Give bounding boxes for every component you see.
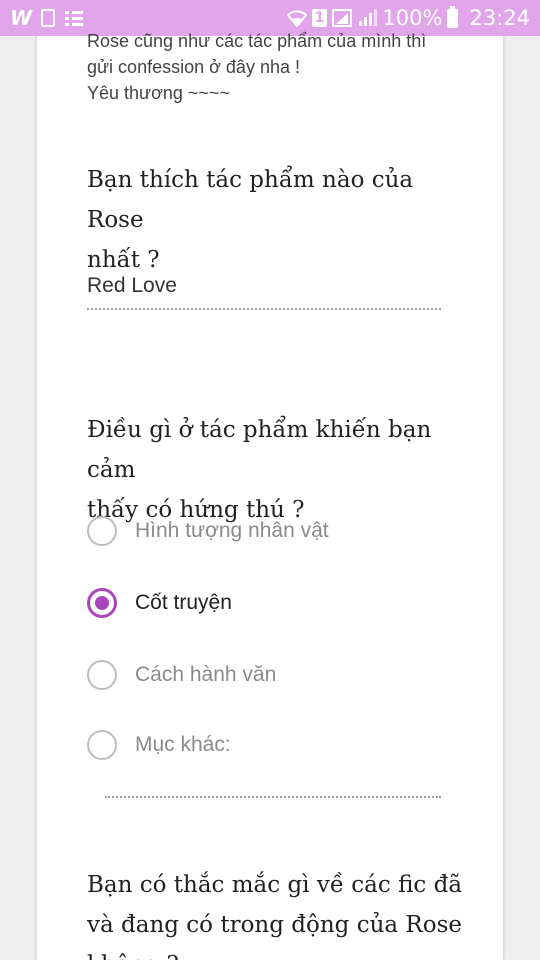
radio-button-selected[interactable] [87,588,117,618]
question-fic-inquiry: Bạn có thắc mắc gì về các fic đã và đang… [87,865,467,960]
question-interest: Điều gì ở tác phẩm khiến bạn cảm thấy có… [87,410,467,530]
radio-option-writing-style[interactable]: Cách hành văn [87,658,276,692]
list-icon [65,10,84,26]
radio-option-plot[interactable]: Cốt truyện [87,586,232,620]
radio-option-label: Cốt truyện [135,591,232,614]
form-description: Rose cũng như các tác phẩm của mình thì … [87,28,467,106]
radio-button[interactable] [87,516,117,546]
signal-icon-2 [359,9,378,26]
description-line: Rose cũng như các tác phẩm của mình thì [87,31,427,51]
radio-option-other[interactable]: Mục khác: [87,728,231,762]
question-title-line: Điều gì ở tác phẩm khiến bạn cảm [87,417,432,483]
battery-percent: 100% [382,6,443,30]
clock: 23:24 [469,6,530,30]
question-title-line: không ? [87,945,467,960]
sim-icon: 1 [311,9,328,27]
radio-button[interactable] [87,660,117,690]
battery-icon [447,5,459,28]
radio-option-label: Mục khác: [135,733,231,756]
description-line: Yêu thương ~~~~ [87,83,230,103]
other-option-input[interactable] [105,796,441,798]
radio-option-character[interactable]: Hình tượng nhân vật [87,514,329,548]
question-title-line: Bạn có thắc mắc gì về các fic đã [87,872,463,898]
favorite-work-input[interactable]: Red Love [87,274,441,310]
document-icon [41,9,56,27]
question-title-line: và đang có trong động của Rose [87,912,462,938]
description-line: gửi confession ở đây nha ! [87,57,300,77]
wattpad-icon: W [10,6,32,30]
radio-button[interactable] [87,730,117,760]
question-favorite-work: Bạn thích tác phẩm nào của Rose nhất ? [87,160,467,280]
radio-option-label: Hình tượng nhân vật [135,519,329,542]
question-title-line: Bạn thích tác phẩm nào của Rose [87,167,414,233]
radio-option-label: Cách hành văn [135,663,277,686]
wifi-icon [286,10,307,27]
signal-icon [332,9,353,27]
